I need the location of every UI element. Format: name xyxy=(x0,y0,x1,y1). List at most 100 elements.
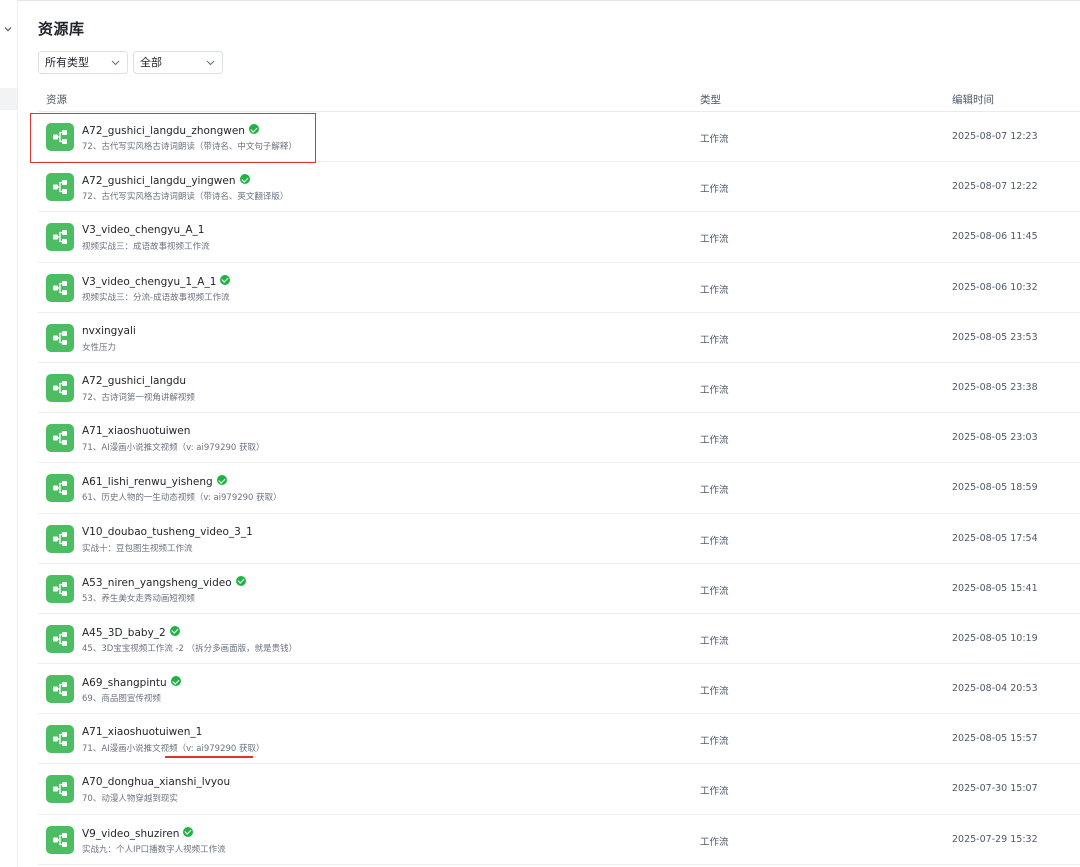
chevron-down-icon xyxy=(111,60,120,66)
type-filter-select[interactable]: 所有类型 xyxy=(38,51,128,74)
resource-name-cell[interactable]: nvxingyali xyxy=(82,325,136,337)
resource-edit-time: 2025-08-05 17:54 xyxy=(952,532,1038,544)
check-circle-icon xyxy=(170,676,181,687)
resource-edit-time: 2025-08-07 12:22 xyxy=(952,181,1038,193)
resource-type: 工作流 xyxy=(700,184,729,196)
resource-name-cell[interactable]: A71_xiaoshuotuiwen_1 xyxy=(82,726,202,738)
resource-description: 69、商品图宣传视频 xyxy=(82,694,161,705)
resource-name[interactable]: A53_niren_yangsheng_video xyxy=(82,577,232,589)
resource-description: 视频实战三：分流-成语故事视频工作流 xyxy=(82,292,230,303)
resource-name-cell[interactable]: V9_video_shuziren xyxy=(82,826,194,840)
resource-name-cell[interactable]: A71_xiaoshuotuiwen xyxy=(82,425,190,437)
resource-name-cell[interactable]: V3_video_chengyu_1_A_1 xyxy=(82,274,231,288)
check-circle-icon xyxy=(183,826,194,837)
resource-description: 71、AI漫画小说推文视频（v: ai979290 获取） xyxy=(82,744,265,755)
resource-name-cell[interactable]: A61_lishi_renwu_yisheng xyxy=(82,475,227,488)
resource-name-cell[interactable]: A72_gushici_langdu xyxy=(82,375,186,387)
annotation-highlight-box xyxy=(30,113,316,163)
resource-name-cell[interactable]: A53_niren_yangsheng_video xyxy=(82,575,246,589)
workflow-icon xyxy=(46,574,74,603)
table-row[interactable]: A70_donghua_xianshi_lvyou 70、动漫人物穿越到现实 工作流… xyxy=(38,764,1080,815)
column-header-type: 类型 xyxy=(700,94,721,106)
resource-name[interactable]: A71_xiaoshuotuiwen_1 xyxy=(82,726,202,738)
resource-description: 70、动漫人物穿越到现实 xyxy=(82,794,178,805)
annotation-underline xyxy=(165,756,253,758)
table-row[interactable]: A72_gushici_langdu 72、古诗词第一视角讲解视频 工作流 2025-… xyxy=(38,363,1080,414)
resource-name[interactable]: A72_gushici_langdu xyxy=(82,375,186,387)
resource-type: 工作流 xyxy=(700,284,729,296)
workflow-icon xyxy=(46,373,74,402)
top-divider xyxy=(0,0,1080,1)
resource-name[interactable]: V9_video_shuziren xyxy=(82,828,179,840)
resource-description: 45、3D宝宝视频工作流 -2 （拆分多画面版，就是贵钱） xyxy=(82,643,298,654)
table-row[interactable]: nvxingyali 女性压力 工作流 2025-08-05 23:53 xyxy=(38,313,1080,363)
resource-edit-time: 2025-08-05 23:53 xyxy=(952,331,1038,343)
resource-name[interactable]: A72_gushici_langdu_yingwen xyxy=(82,175,236,187)
resource-type: 工作流 xyxy=(700,786,729,798)
resource-description: 实战九：个人IP口播数字人视频工作流 xyxy=(82,844,226,855)
workflow-icon xyxy=(46,474,74,503)
resource-type: 工作流 xyxy=(700,585,729,597)
column-header-resource: 资源 xyxy=(46,94,67,106)
resource-edit-time: 2025-08-05 15:57 xyxy=(952,733,1038,745)
resource-description: 53、养生美女走秀动画短视频 xyxy=(82,593,195,604)
resource-type: 工作流 xyxy=(700,384,729,396)
resource-edit-time: 2025-08-06 11:45 xyxy=(952,231,1038,243)
resource-name[interactable]: A70_donghua_xianshi_lvyou xyxy=(82,776,230,788)
check-circle-icon xyxy=(239,174,250,185)
resource-name[interactable]: A61_lishi_renwu_yisheng xyxy=(82,476,213,488)
resource-type: 工作流 xyxy=(700,535,729,547)
resource-name-cell[interactable]: A45_3D_baby_2 xyxy=(82,625,180,639)
table-row[interactable]: V3_video_chengyu_A_1 视频实战三：成语故事视频工作流 工作流 20… xyxy=(38,212,1080,263)
workflow-icon xyxy=(46,273,74,302)
table-row[interactable]: V9_video_shuziren 实战九：个人IP口播数字人视频工作流 工作流 20… xyxy=(38,815,1080,865)
table-row[interactable]: A72_gushici_langdu_yingwen 72、古代写实风格古诗词朗读… xyxy=(38,162,1080,213)
table-row[interactable]: A69_shangpintu 69、商品图宣传视频 工作流 2025-08-04 20… xyxy=(38,664,1080,715)
resource-edit-time: 2025-08-04 20:53 xyxy=(952,683,1038,695)
workflow-icon xyxy=(46,173,74,202)
check-circle-icon xyxy=(169,625,180,636)
resource-name[interactable]: A71_xiaoshuotuiwen xyxy=(82,425,190,437)
resource-name[interactable]: V3_video_chengyu_1_A_1 xyxy=(82,276,216,288)
resource-name[interactable]: nvxingyali xyxy=(82,325,136,337)
resource-description: 实战十：豆包图生视频工作流 xyxy=(82,543,193,554)
resource-name[interactable]: A69_shangpintu xyxy=(82,677,167,689)
scope-filter-value: 全部 xyxy=(140,56,162,69)
chevron-down-icon[interactable] xyxy=(3,24,13,34)
resource-name-cell[interactable]: V3_video_chengyu_A_1 xyxy=(82,224,204,236)
resource-name-cell[interactable]: A70_donghua_xianshi_lvyou xyxy=(82,776,230,788)
table-row[interactable]: A61_lishi_renwu_yisheng 61、历史人物的一生动态视频（v:… xyxy=(38,463,1080,514)
resource-type: 工作流 xyxy=(700,686,729,698)
workflow-icon xyxy=(46,675,74,704)
table-row[interactable]: A71_xiaoshuotuiwen 71、AI漫画小说推文视频（v: ai979… xyxy=(38,413,1080,464)
resource-type: 工作流 xyxy=(700,485,729,497)
resource-edit-time: 2025-08-05 15:41 xyxy=(952,582,1038,594)
resource-edit-time: 2025-08-05 10:19 xyxy=(952,632,1038,644)
sidebar-collapsed xyxy=(0,0,18,867)
resource-name-cell[interactable]: A72_gushici_langdu_yingwen xyxy=(82,174,250,187)
resource-name-cell[interactable]: A69_shangpintu xyxy=(82,676,181,689)
resource-description: 61、历史人物的一生动态视频（v: ai979290 获取） xyxy=(82,493,282,504)
workflow-icon xyxy=(46,775,74,804)
table-row[interactable]: V10_doubao_tusheng_video_3_1 实战十：豆包图生视频工作… xyxy=(38,514,1080,564)
table-row[interactable]: A45_3D_baby_2 45、3D宝宝视频工作流 -2 （拆分多画面版，就是贵… xyxy=(38,614,1080,665)
table-row[interactable]: V3_video_chengyu_1_A_1 视频实战三：分流-成语故事视频工作流… xyxy=(38,263,1080,313)
resource-name[interactable]: V10_doubao_tusheng_video_3_1 xyxy=(82,526,253,538)
resource-table-body: A72_gushici_langdu_zhongwen 72、古代写实风格古诗词朗… xyxy=(38,112,1080,865)
resource-edit-time: 2025-07-29 15:32 xyxy=(952,833,1038,845)
sidebar-active-item[interactable] xyxy=(0,88,17,110)
scope-filter-select[interactable]: 全部 xyxy=(133,51,223,74)
resource-description: 72、古代写实风格古诗词朗读（带诗名、英文翻译版） xyxy=(82,192,289,203)
resource-name[interactable]: A45_3D_baby_2 xyxy=(82,627,166,639)
table-row[interactable]: A53_niren_yangsheng_video 53、养生美女走秀动画短视频 工… xyxy=(38,564,1080,614)
resource-name-cell[interactable]: V10_doubao_tusheng_video_3_1 xyxy=(82,526,253,538)
resource-edit-time: 2025-08-05 23:03 xyxy=(952,432,1038,444)
workflow-icon xyxy=(46,624,74,653)
resource-edit-time: 2025-08-06 10:32 xyxy=(952,281,1038,293)
page-title: 资源库 xyxy=(38,20,85,38)
check-circle-icon xyxy=(235,575,246,586)
resource-name[interactable]: V3_video_chengyu_A_1 xyxy=(82,224,204,236)
column-header-edit-time[interactable]: 编辑时间 xyxy=(952,92,994,107)
type-filter-value: 所有类型 xyxy=(45,56,89,69)
resource-type: 工作流 xyxy=(700,836,729,848)
